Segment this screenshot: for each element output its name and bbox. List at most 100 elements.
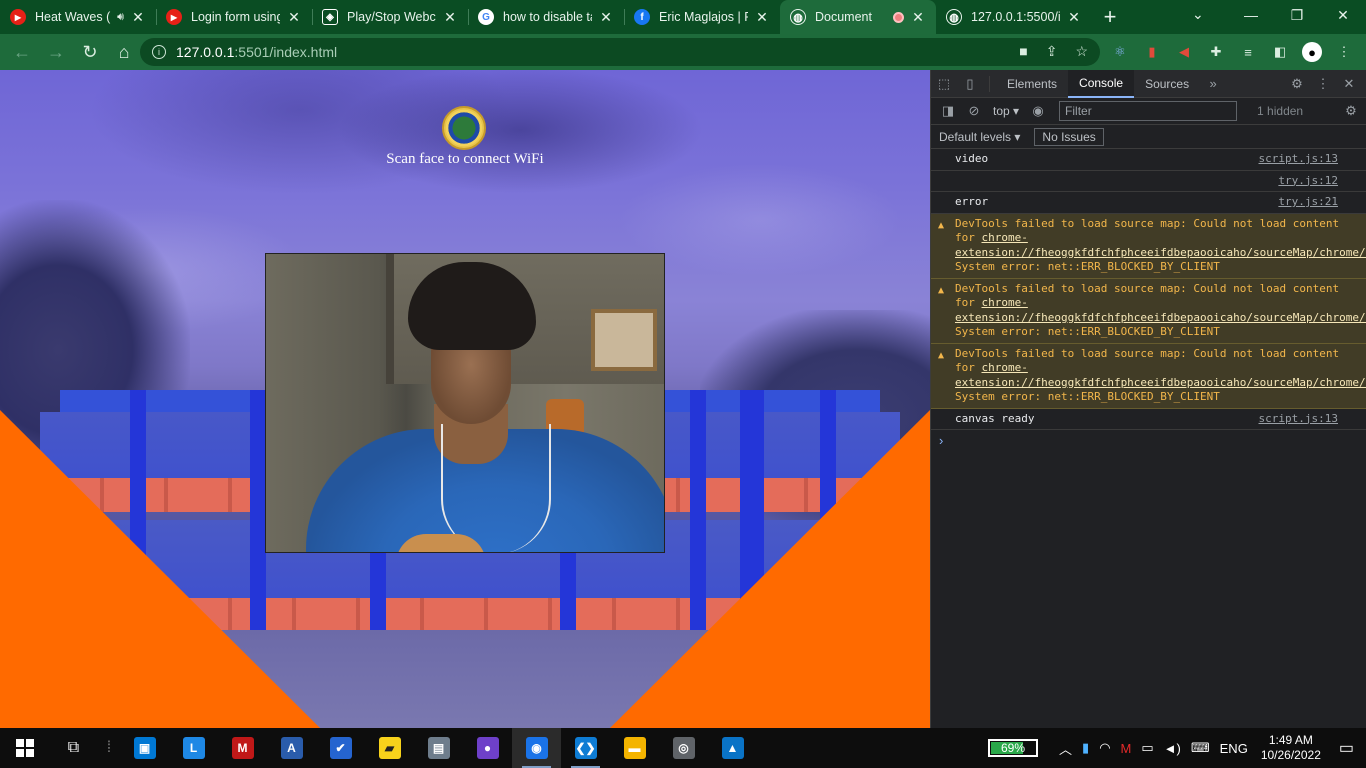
file-explorer-icon: ▬ xyxy=(623,737,646,759)
console-settings-icon[interactable]: ⚙ xyxy=(1338,98,1364,125)
keyboard-icon[interactable]: ⌨ xyxy=(1191,740,1210,756)
taskbar-app[interactable]: M xyxy=(218,728,267,768)
taskbar-app[interactable]: ▤ xyxy=(414,728,463,768)
back-icon[interactable]: ← xyxy=(6,36,38,68)
browser-tab[interactable]: f Eric Maglajos | Fa ✕ xyxy=(624,0,780,34)
inspect-element-icon[interactable]: ⬚ xyxy=(931,70,957,98)
tab-recording-icon xyxy=(893,11,904,23)
extensions-puzzle-icon[interactable]: ✚ xyxy=(1206,42,1226,62)
task-view-button[interactable]: ⧉ xyxy=(49,728,98,768)
restore-icon[interactable]: ❐ xyxy=(1274,0,1320,30)
browser-tab[interactable]: ◍ 127.0.0.1:5500/in ✕ xyxy=(936,0,1092,34)
tab-search-icon[interactable]: ⌄ xyxy=(1192,6,1204,23)
taskbar-app[interactable]: ● xyxy=(463,728,512,768)
tab-sources[interactable]: Sources xyxy=(1134,70,1200,98)
facebook-icon: f xyxy=(634,9,650,25)
bookmark-star-icon[interactable]: ☆ xyxy=(1075,43,1088,60)
source-map-link[interactable]: chrome-extension://fheoggkfdfchfphceeifd… xyxy=(955,296,1366,324)
live-expression-eye-icon[interactable]: ◉ xyxy=(1025,98,1051,125)
close-devtools-icon[interactable]: ✕ xyxy=(1336,70,1362,98)
issues-button[interactable]: No Issues xyxy=(1034,127,1104,146)
address-bar[interactable]: i 127.0.0.1:5501/index.html ■ ⇪ ☆ xyxy=(140,38,1100,66)
start-button[interactable] xyxy=(0,728,49,768)
close-tab-icon[interactable]: ✕ xyxy=(286,9,302,26)
taskbar-app[interactable]: ▣ xyxy=(120,728,169,768)
clear-console-icon[interactable]: ⊘ xyxy=(961,98,987,125)
close-tab-icon[interactable]: ✕ xyxy=(598,9,614,26)
close-tab-icon[interactable]: ✕ xyxy=(910,9,926,26)
camera-in-use-icon[interactable]: ■ xyxy=(1019,43,1027,60)
volume-icon[interactable]: ◄) xyxy=(1164,741,1181,756)
source-map-link[interactable]: chrome-extension://fheoggkfdfchfphceeifd… xyxy=(955,361,1366,389)
tab-title: Heat Waves ( xyxy=(35,10,111,24)
more-tabs-icon[interactable]: » xyxy=(1200,70,1226,98)
browser-tab[interactable]: ◈ Play/Stop Webca ✕ xyxy=(312,0,468,34)
close-tab-icon[interactable]: ✕ xyxy=(130,9,146,26)
show-hidden-icons-icon[interactable]: ︿ xyxy=(1059,739,1072,758)
tray-app-icon[interactable]: ▮ xyxy=(1082,740,1089,756)
console-filter-input[interactable]: Filter xyxy=(1059,101,1238,121)
taskbar-app[interactable]: ✔ xyxy=(316,728,365,768)
tab-title: Document xyxy=(815,10,872,24)
close-tab-icon[interactable]: ✕ xyxy=(1066,9,1082,26)
new-tab-button[interactable]: + xyxy=(1092,0,1128,34)
mcafee-icon: M xyxy=(231,737,254,759)
forward-icon[interactable]: → xyxy=(40,36,72,68)
input-language[interactable]: ENG xyxy=(1220,741,1248,756)
windows-logo-icon xyxy=(15,739,34,757)
browser-menu-icon[interactable]: ⋮ xyxy=(1334,42,1354,62)
battery-tray-icon[interactable]: ▭ xyxy=(1141,740,1153,756)
settings-gear-icon[interactable]: ⚙ xyxy=(1284,70,1310,98)
taskbar-app[interactable]: ◉ xyxy=(512,728,561,768)
minimize-icon[interactable]: — xyxy=(1228,0,1274,30)
console-log: video script.js:13 xyxy=(931,149,1366,171)
browser-tab[interactable]: Ghow to disable ta ✕ xyxy=(468,0,624,34)
log-source-link[interactable]: script.js:13 xyxy=(1259,412,1338,427)
source-map-link[interactable]: chrome-extension://fheoggkfdfchfphceeifd… xyxy=(955,231,1366,259)
wifi-icon[interactable]: ◠ xyxy=(1099,740,1110,756)
taskbar-app[interactable]: ❮❯ xyxy=(561,728,610,768)
sidebar-toggle-icon[interactable]: ◨ xyxy=(935,98,961,125)
close-tab-icon[interactable]: ✕ xyxy=(442,9,458,26)
console-prompt[interactable]: › xyxy=(931,430,1366,451)
taskbar-app[interactable]: L xyxy=(169,728,218,768)
warning-icon: ▲ xyxy=(938,284,945,296)
close-window-icon[interactable]: ✕ xyxy=(1320,0,1366,30)
taskbar-app[interactable]: ▰ xyxy=(365,728,414,768)
react-devtools-icon[interactable]: ⚛ xyxy=(1110,42,1130,62)
log-levels-dropdown[interactable]: Default levels ▾ xyxy=(939,130,1020,144)
device-toolbar-icon[interactable]: ▯ xyxy=(957,70,983,98)
browser-tab[interactable]: ◍ Document ✕ xyxy=(780,0,936,34)
browser-tab[interactable]: ▶ Login form using ✕ xyxy=(156,0,312,34)
extension-red-icon[interactable]: ▮ xyxy=(1142,42,1162,62)
close-tab-icon[interactable]: ✕ xyxy=(754,9,770,26)
clock[interactable]: 1:49 AM 10/26/2022 xyxy=(1261,733,1321,763)
side-panel-icon[interactable]: ◧ xyxy=(1270,42,1290,62)
notifications-icon[interactable]: ▭ xyxy=(1339,738,1354,758)
tab-audio-icon[interactable]: 🔊︎ xyxy=(117,11,124,24)
site-info-icon[interactable]: i xyxy=(152,45,166,59)
tab-elements[interactable]: Elements xyxy=(996,70,1068,98)
home-icon[interactable]: ⌂ xyxy=(108,36,140,68)
reload-icon[interactable]: ↻ xyxy=(74,36,106,68)
extension-speaker-icon[interactable]: ◀ xyxy=(1174,42,1194,62)
log-source-link[interactable]: try.js:12 xyxy=(1278,174,1338,189)
taskbar-app[interactable]: ▬ xyxy=(610,728,659,768)
profile-avatar[interactable]: ● xyxy=(1302,42,1322,62)
log-source-link[interactable]: try.js:21 xyxy=(1278,195,1338,210)
share-icon[interactable]: ⇪ xyxy=(1046,43,1058,60)
taskbar-app[interactable]: ▲ xyxy=(708,728,757,768)
context-selector[interactable]: top ▾ xyxy=(993,104,1019,118)
mcafee-tray-icon[interactable]: M xyxy=(1121,741,1132,756)
log-source-link[interactable]: script.js:13 xyxy=(1259,152,1338,167)
devtools-menu-icon[interactable]: ⋮ xyxy=(1310,70,1336,98)
tab-title: Play/Stop Webca xyxy=(347,10,436,24)
battery-indicator[interactable]: 69% xyxy=(988,739,1039,757)
media-queue-icon[interactable]: ≡ xyxy=(1238,42,1258,62)
tab-title: Eric Maglajos | Fa xyxy=(659,10,748,24)
tab-console[interactable]: Console xyxy=(1068,69,1135,98)
taskbar-app[interactable]: A xyxy=(267,728,316,768)
browser-tab[interactable]: ▶ Heat Waves (🔊︎ ✕ xyxy=(0,0,156,34)
taskbar-apps: ▣ L M A ✔ ▰ ▤ ● ◉ ❮❯ ▬ ◎ ▲ xyxy=(120,728,757,768)
taskbar-app[interactable]: ◎ xyxy=(659,728,708,768)
